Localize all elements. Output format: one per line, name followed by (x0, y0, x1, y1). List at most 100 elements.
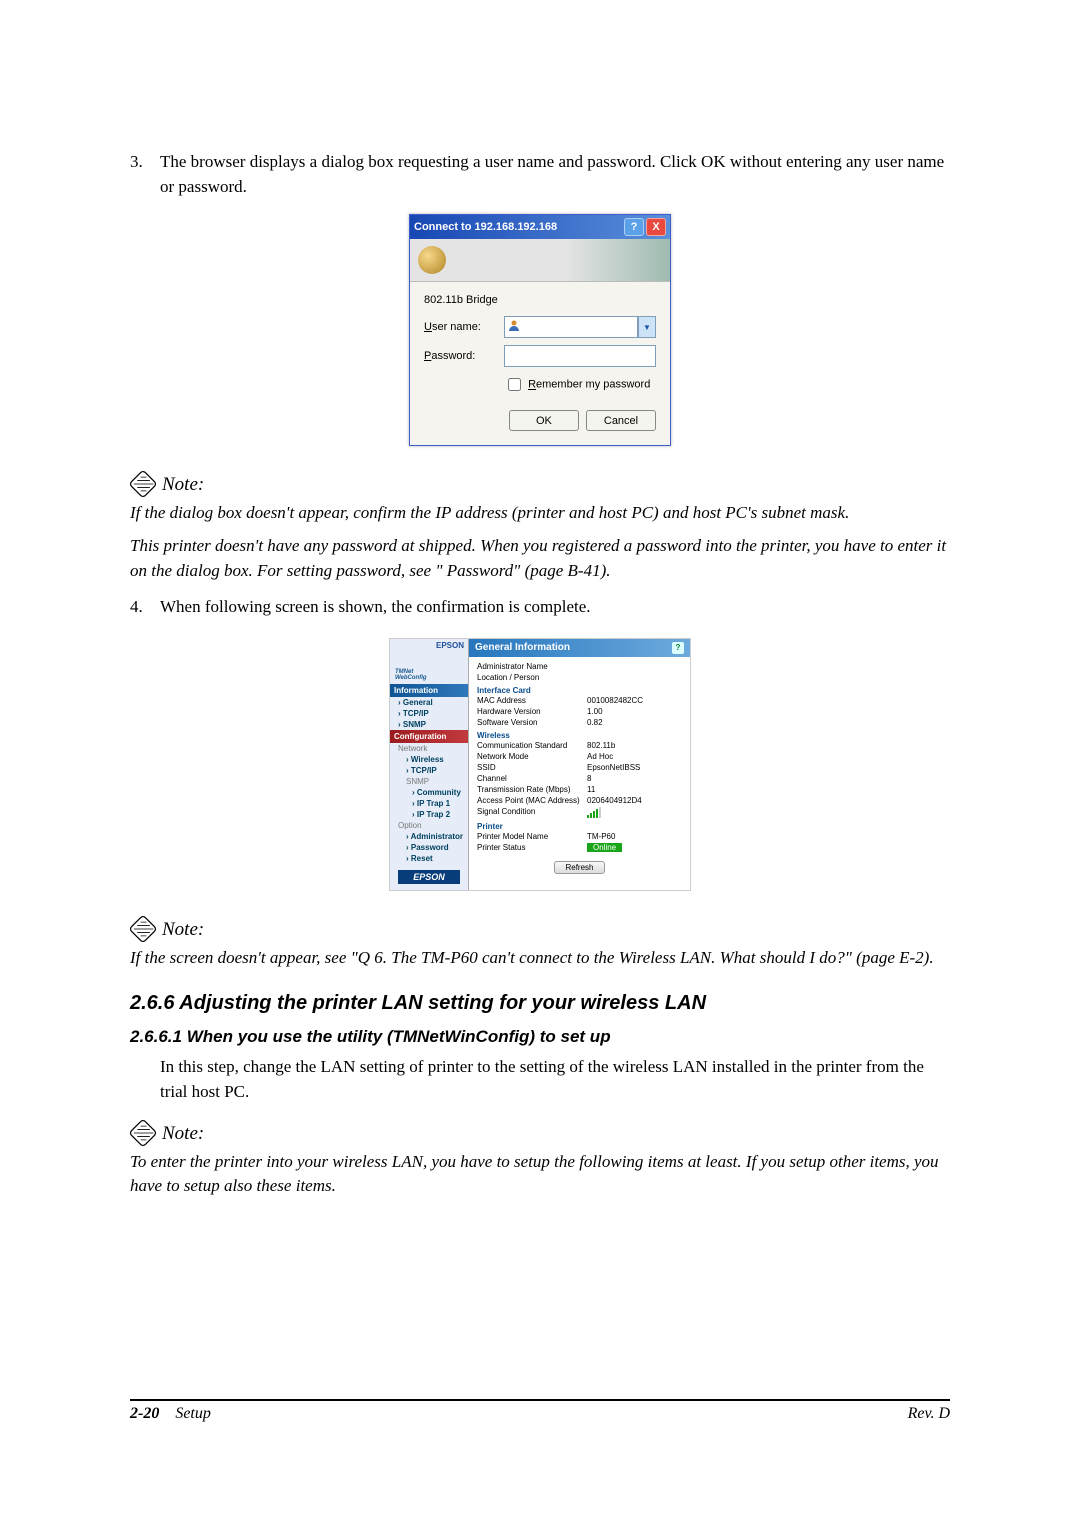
value-rate: 11 (587, 785, 595, 794)
panel-help-icon[interactable]: ? (672, 642, 684, 654)
nav-tcpip[interactable]: TCP/IP (390, 708, 468, 719)
group-wireless: Wireless (477, 731, 682, 740)
step-4-number: 4. (130, 595, 160, 620)
note-3-label: Note: (162, 1123, 204, 1146)
cancel-button[interactable]: Cancel (586, 410, 656, 431)
note-icon (125, 910, 162, 947)
nav-network: Network (390, 743, 468, 754)
label-rate: Transmission Rate (Mbps) (477, 785, 587, 794)
value-std: 802.11b (587, 741, 615, 750)
value-model: TM-P60 (587, 832, 615, 841)
note-2: Note: If the screen doesn't appear, see … (130, 916, 950, 971)
remember-password-row: Remember my password (504, 375, 656, 394)
label-signal: Signal Condition (477, 807, 587, 818)
dialog-banner (410, 239, 670, 282)
panel-title-text: General Information (475, 642, 570, 653)
dialog-title-text: Connect to 192.168.192.168 (414, 221, 557, 233)
note-1: Note: If the dialog box doesn't appear, … (130, 471, 950, 583)
nav-snmp-2: SNMP (390, 776, 468, 787)
dialog-titlebar: Connect to 192.168.192.168 ? X (410, 215, 670, 239)
heading-2-6-6: 2.6.6 Adjusting the printer LAN setting … (130, 992, 950, 1015)
value-hw: 1.00 (587, 707, 603, 716)
nav-trap-2[interactable]: IP Trap 2 (390, 809, 468, 820)
value-sw: 0.82 (587, 718, 603, 727)
nav-administrator[interactable]: Administrator (390, 831, 468, 842)
label-mode: Network Mode (477, 752, 587, 761)
value-ap: 0206404912D4 (587, 796, 642, 805)
step-3: 3. The browser displays a dialog box req… (130, 150, 950, 199)
remember-password-label: Remember my password (528, 379, 650, 391)
nav-community[interactable]: Community (390, 787, 468, 798)
group-interface-card: Interface Card (477, 686, 682, 695)
signal-icon (587, 807, 601, 818)
group-printer: Printer (477, 822, 682, 831)
step-3-number: 3. (130, 150, 160, 199)
nav-password[interactable]: Password (390, 842, 468, 853)
label-model: Printer Model Name (477, 832, 587, 841)
nav-general[interactable]: General (390, 697, 468, 708)
help-icon[interactable]: ? (624, 218, 644, 236)
username-label: User name: (424, 321, 504, 333)
label-mac: MAC Address (477, 696, 587, 705)
sidebar: EPSON TMNetWebConfig Information General… (390, 639, 469, 890)
nav-trap-1[interactable]: IP Trap 1 (390, 798, 468, 809)
value-mac: 0010082482CC (587, 696, 643, 705)
remember-password-checkbox[interactable] (508, 378, 521, 391)
label-status: Printer Status (477, 843, 587, 852)
label-channel: Channel (477, 774, 587, 783)
note-1-para-2: This printer doesn't have any password a… (130, 534, 950, 583)
value-status: Online (587, 843, 622, 852)
panel-title: General Information ? (469, 639, 690, 657)
key-icon (418, 246, 446, 274)
note-1-label: Note: (162, 474, 204, 497)
section-configuration: Configuration (390, 730, 468, 743)
value-channel: 8 (587, 774, 591, 783)
password-input[interactable] (504, 345, 656, 367)
label-admin-name: Administrator Name (477, 662, 587, 671)
general-info-figure: EPSON TMNetWebConfig Information General… (130, 635, 950, 891)
footer-section: Setup (175, 1405, 211, 1422)
section-information: Information (390, 684, 468, 697)
step-4-text: When following screen is shown, the conf… (160, 595, 950, 620)
footer-page-number: 2-20 (130, 1405, 159, 1422)
nav-reset[interactable]: Reset (390, 853, 468, 864)
general-info-panel: EPSON TMNetWebConfig Information General… (389, 638, 691, 891)
nav-wireless[interactable]: Wireless (390, 754, 468, 765)
body-paragraph-1: In this step, change the LAN setting of … (160, 1055, 950, 1104)
note-2-para-1: If the screen doesn't appear, see "Q 6. … (130, 946, 950, 971)
nav-tcpip-2[interactable]: TCP/IP (390, 765, 468, 776)
nav-snmp[interactable]: SNMP (390, 719, 468, 730)
footer-revision: Rev. D (908, 1405, 950, 1423)
page-footer: 2-20 Setup Rev. D (130, 1399, 950, 1423)
heading-2-6-6-1: 2.6.6.1 When you use the utility (TMNetW… (130, 1027, 950, 1047)
label-hw: Hardware Version (477, 707, 587, 716)
label-sw: Software Version (477, 718, 587, 727)
label-ap: Access Point (MAC Address) (477, 796, 587, 805)
close-icon[interactable]: X (646, 218, 666, 236)
refresh-button[interactable]: Refresh (554, 861, 604, 874)
user-icon (508, 319, 520, 331)
chevron-down-icon[interactable]: ▼ (638, 316, 656, 338)
nav-option: Option (390, 820, 468, 831)
epson-top-logo: EPSON (390, 639, 468, 669)
note-3: Note: To enter the printer into your wir… (130, 1120, 950, 1199)
label-ssid: SSID (477, 763, 587, 772)
note-1-para-1: If the dialog box doesn't appear, confir… (130, 501, 950, 526)
ok-button[interactable]: OK (509, 410, 579, 431)
label-std: Communication Standard (477, 741, 587, 750)
realm-text: 802.11b Bridge (424, 294, 656, 306)
note-icon (125, 466, 162, 503)
value-ssid: EpsonNetIBSS (587, 763, 640, 772)
step-3-text: The browser displays a dialog box reques… (160, 150, 950, 199)
password-label: Password: (424, 350, 504, 362)
step-4: 4. When following screen is shown, the c… (130, 595, 950, 620)
note-icon (125, 1114, 162, 1151)
login-dialog-figure: Connect to 192.168.192.168 ? X 802.11b B… (130, 214, 950, 446)
note-3-para-1: To enter the printer into your wireless … (130, 1150, 950, 1199)
tmnet-brand: TMNetWebConfig (390, 669, 468, 684)
value-mode: Ad Hoc (587, 752, 613, 761)
login-dialog: Connect to 192.168.192.168 ? X 802.11b B… (409, 214, 671, 446)
username-input[interactable] (504, 316, 638, 338)
label-location: Location / Person (477, 673, 587, 682)
epson-button[interactable]: EPSON (398, 870, 460, 884)
